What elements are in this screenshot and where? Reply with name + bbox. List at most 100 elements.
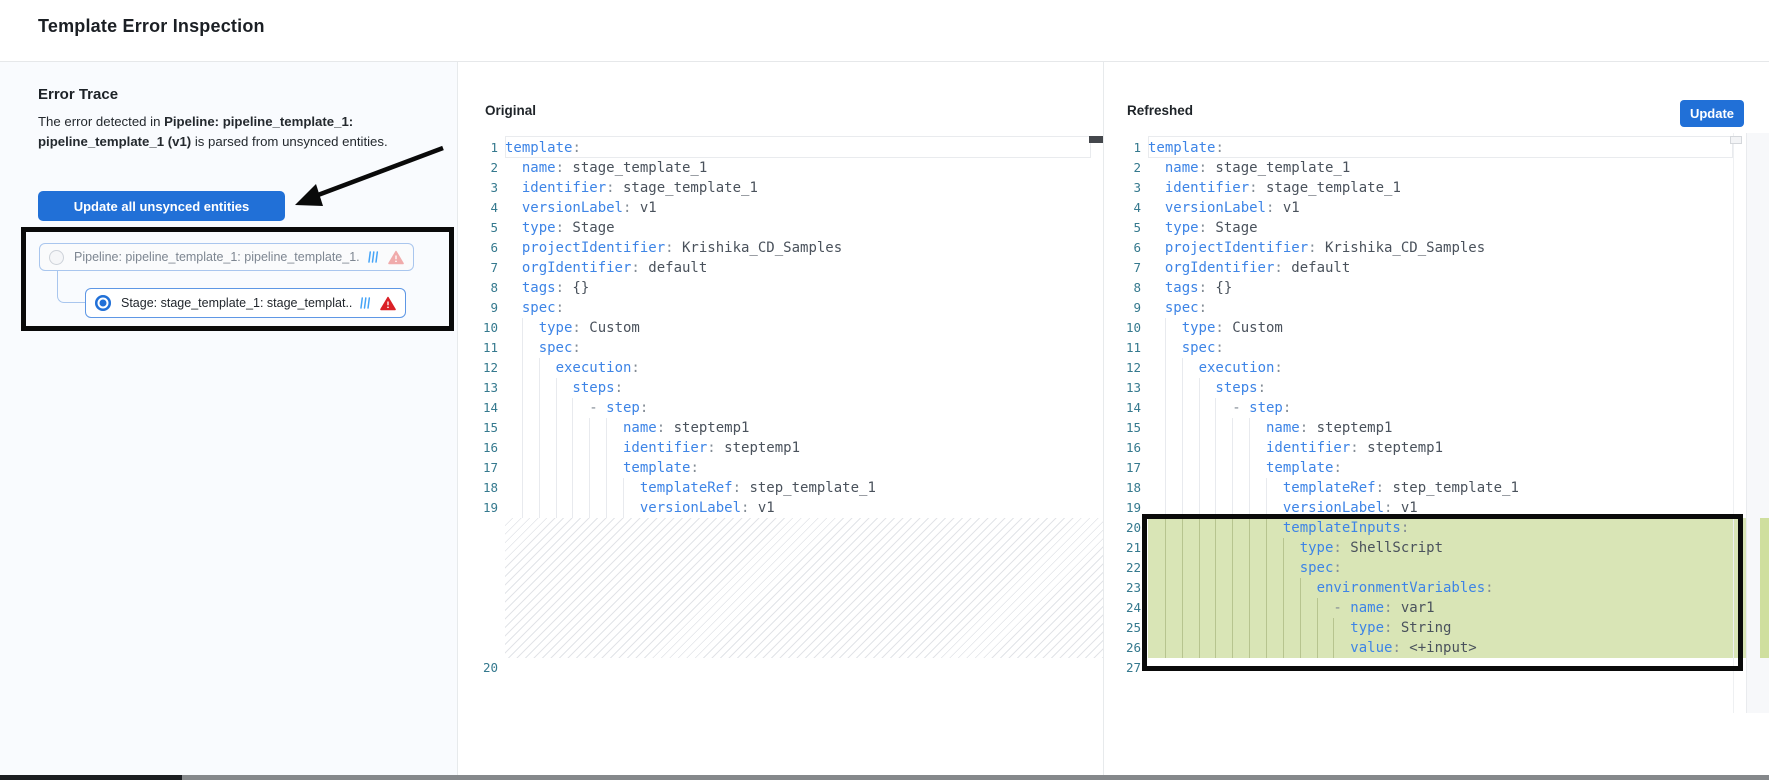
line-number: 13 xyxy=(1098,378,1141,398)
line-number: 16 xyxy=(455,438,498,458)
code-text: versionLabel: v1 xyxy=(1148,498,1746,518)
line-number: 24 xyxy=(1098,598,1141,618)
indent-guide xyxy=(522,398,523,418)
indent-guide xyxy=(1165,458,1166,478)
editor-content-edge xyxy=(1733,133,1734,713)
code-line: 9spec: xyxy=(1098,298,1746,318)
line-number: 4 xyxy=(1098,198,1141,218)
code-line: 15name: steptemp1 xyxy=(1098,418,1746,438)
indent-guide xyxy=(539,498,540,518)
indent-guide xyxy=(572,398,573,418)
indent-guide xyxy=(522,338,523,358)
indent-guide xyxy=(1215,598,1216,618)
tree-connector-line xyxy=(57,271,85,303)
line-number: 9 xyxy=(1098,298,1141,318)
indent-guide xyxy=(1232,478,1233,498)
indent-guide xyxy=(1300,638,1301,658)
minimap-slider[interactable] xyxy=(1730,136,1742,144)
code-line-added: 21type: ShellScript xyxy=(1098,538,1746,558)
code-line: 3identifier: stage_template_1 xyxy=(1098,178,1746,198)
code-line: 17template: xyxy=(1098,458,1746,478)
code-text: type: Stage xyxy=(505,218,1103,238)
indent-guide xyxy=(1266,518,1267,538)
line-number: 11 xyxy=(1098,338,1141,358)
indent-guide xyxy=(1199,418,1200,438)
indent-guide xyxy=(1165,638,1166,658)
code-text: type: Stage xyxy=(1148,218,1746,238)
indent-guide xyxy=(1199,518,1200,538)
indent-guide xyxy=(556,498,557,518)
indent-guide xyxy=(1249,458,1250,478)
indent-guide xyxy=(1232,598,1233,618)
radio-selected-icon[interactable] xyxy=(95,295,111,311)
indent-guide xyxy=(539,358,540,378)
indent-guide xyxy=(1182,378,1183,398)
code-text: template: xyxy=(1148,458,1746,478)
line-number: 7 xyxy=(1098,258,1141,278)
indent-guide xyxy=(1249,478,1250,498)
refreshed-yaml-editor[interactable]: 1template:2name: stage_template_13identi… xyxy=(1098,138,1746,678)
indent-guide xyxy=(572,478,573,498)
code-text: steps: xyxy=(1148,378,1746,398)
radio-unselected-icon[interactable] xyxy=(49,250,64,265)
indent-guide xyxy=(1199,538,1200,558)
diff-placeholder-hatch xyxy=(505,518,1103,658)
line-number: 21 xyxy=(1098,538,1141,558)
indent-guide xyxy=(1182,518,1183,538)
code-text: identifier: stage_template_1 xyxy=(505,178,1103,198)
indent-guide xyxy=(522,438,523,458)
original-yaml-editor[interactable]: 1template:2name: stage_template_13identi… xyxy=(455,138,1103,678)
indent-guide xyxy=(1317,598,1318,618)
indent-guide xyxy=(1249,558,1250,578)
indent-guide xyxy=(1215,618,1216,638)
indent-guide xyxy=(1333,618,1334,638)
indent-guide xyxy=(589,438,590,458)
tree-item-stage-label: Stage: stage_template_1: stage_templat..… xyxy=(121,296,352,310)
line-number: 8 xyxy=(455,278,498,298)
indent-guide xyxy=(1199,458,1200,478)
indent-guide xyxy=(1182,598,1183,618)
code-line-empty: 27 xyxy=(1098,658,1746,678)
indent-guide xyxy=(1199,618,1200,638)
code-text: type: Custom xyxy=(1148,318,1746,338)
line-number: 20 xyxy=(1098,518,1141,538)
tree-item-pipeline[interactable]: Pipeline: pipeline_template_1: pipeline_… xyxy=(39,243,414,271)
code-line: 14- step: xyxy=(1098,398,1746,418)
code-text: template: xyxy=(505,458,1103,478)
line-number: 5 xyxy=(455,218,498,238)
tree-item-stage[interactable]: Stage: stage_template_1: stage_templat..… xyxy=(85,288,406,318)
indent-guide xyxy=(1215,558,1216,578)
indent-guide xyxy=(623,498,624,518)
line-number: 23 xyxy=(1098,578,1141,598)
indent-guide xyxy=(589,498,590,518)
horizontal-scrollbar-thumb[interactable] xyxy=(0,775,182,780)
code-line: 19versionLabel: v1 xyxy=(455,498,1103,518)
line-number: 18 xyxy=(455,478,498,498)
indent-guide xyxy=(1215,438,1216,458)
update-all-unsynced-button[interactable]: Update all unsynced entities xyxy=(38,191,285,221)
line-number: 14 xyxy=(1098,398,1141,418)
indent-guide xyxy=(1317,638,1318,658)
code-text: name: stage_template_1 xyxy=(505,158,1103,178)
code-line-added: 22spec: xyxy=(1098,558,1746,578)
code-text: spec: xyxy=(1148,558,1746,578)
update-button[interactable]: Update xyxy=(1680,100,1744,127)
indent-guide xyxy=(1266,538,1267,558)
template-library-icon xyxy=(366,250,379,264)
code-line: 10type: Custom xyxy=(455,318,1103,338)
horizontal-scrollbar-track[interactable] xyxy=(0,775,1769,780)
indent-guide xyxy=(1249,418,1250,438)
code-line-added: 24- name: var1 xyxy=(1098,598,1746,618)
code-line: 16identifier: steptemp1 xyxy=(1098,438,1746,458)
indent-guide xyxy=(1182,578,1183,598)
code-text: spec: xyxy=(505,298,1103,318)
code-text: environmentVariables: xyxy=(1148,578,1746,598)
indent-guide xyxy=(1199,558,1200,578)
indent-guide xyxy=(522,478,523,498)
overview-ruler-added-mark xyxy=(1760,518,1769,658)
indent-guide xyxy=(1165,358,1166,378)
indent-guide xyxy=(1266,598,1267,618)
indent-guide xyxy=(1232,638,1233,658)
indent-guide xyxy=(1283,598,1284,618)
indent-guide xyxy=(1249,538,1250,558)
